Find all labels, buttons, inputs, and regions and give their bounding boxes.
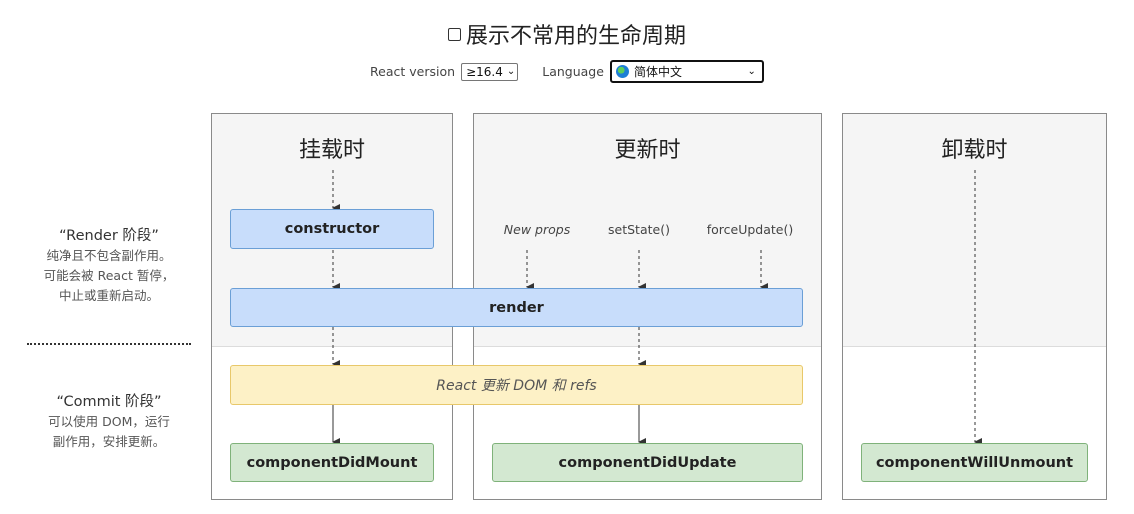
component-did-mount-node[interactable]: componentDidMount [230,443,434,482]
trigger-new-props: New props [503,222,571,237]
render-node[interactable]: render [230,288,803,327]
trigger-set-state: setState() [608,222,670,237]
component-will-unmount-node[interactable]: componentWillUnmount [861,443,1088,482]
react-updates-dom-node[interactable]: React 更新 DOM 和 refs [230,365,803,405]
trigger-force-update: forceUpdate() [706,222,794,237]
flow-arrows [332,170,982,446]
constructor-node[interactable]: constructor [230,209,434,249]
component-did-update-node[interactable]: componentDidUpdate [492,443,803,482]
